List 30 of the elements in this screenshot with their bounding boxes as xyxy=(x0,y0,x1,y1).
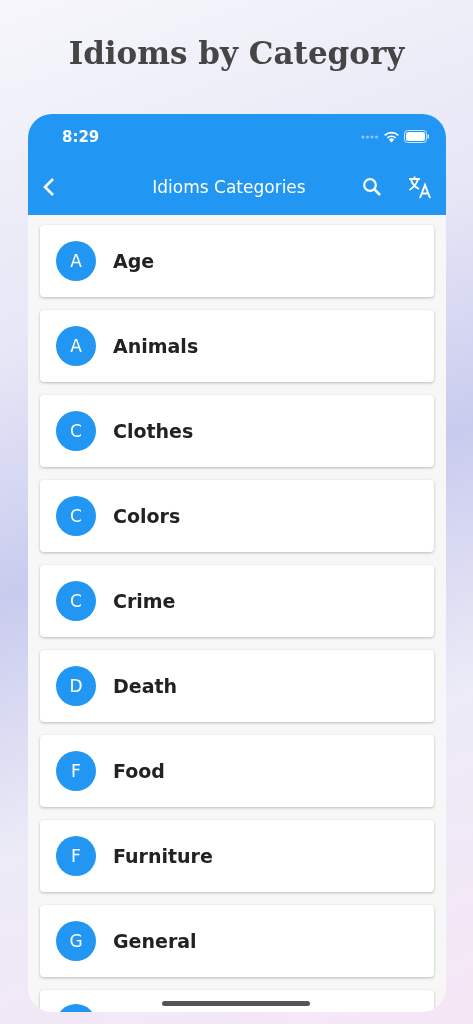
letter-avatar: D xyxy=(56,666,96,706)
category-name: Clothes xyxy=(113,420,194,442)
category-card[interactable]: F Furniture xyxy=(40,820,434,892)
category-name: General xyxy=(113,930,197,952)
category-name: Colors xyxy=(113,505,181,527)
category-name: Death xyxy=(113,675,178,697)
category-card[interactable]: D Death xyxy=(40,650,434,722)
category-card[interactable]: G General xyxy=(40,905,434,977)
letter-avatar: A xyxy=(56,241,96,281)
category-card[interactable]: C Crime xyxy=(40,565,434,637)
letter-avatar: F xyxy=(56,751,96,791)
letter-avatar: A xyxy=(56,326,96,366)
category-name: Food xyxy=(113,760,165,782)
letter-avatar: G xyxy=(56,921,96,961)
category-card[interactable]: F Food xyxy=(40,735,434,807)
category-card[interactable]: A Animals xyxy=(40,310,434,382)
category-name: Crime xyxy=(113,590,176,612)
letter-avatar: C xyxy=(56,411,96,451)
letter-avatar: C xyxy=(56,496,96,536)
category-name: Furniture xyxy=(113,845,213,867)
category-card[interactable]: C Colors xyxy=(40,480,434,552)
category-card[interactable]: C Clothes xyxy=(40,395,434,467)
status-time: 8:29 xyxy=(62,127,100,146)
screen-title: Idioms Categories xyxy=(151,177,307,197)
category-name: Age xyxy=(113,250,155,272)
letter-avatar: C xyxy=(56,581,96,621)
letter-avatar: F xyxy=(56,836,96,876)
headline: Idioms by Category xyxy=(68,35,405,71)
category-name: Animals xyxy=(113,335,199,357)
category-card[interactable]: A Age xyxy=(40,225,434,297)
